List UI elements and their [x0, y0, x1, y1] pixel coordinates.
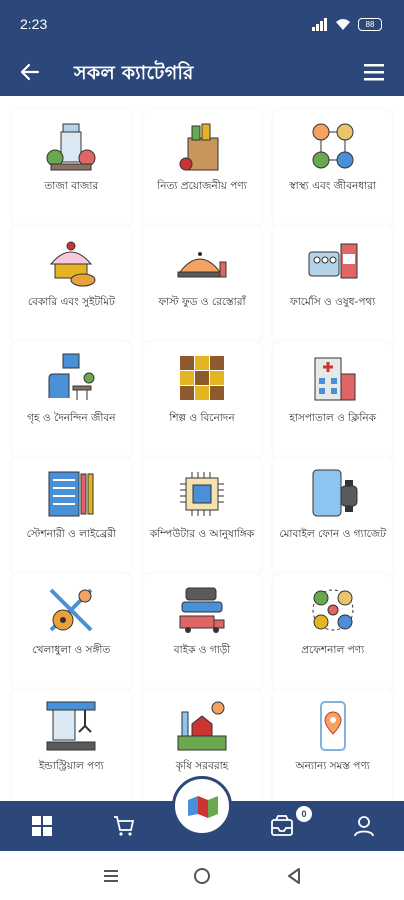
home-circle-icon: [194, 868, 210, 884]
nav-orders-button[interactable]: [270, 814, 294, 838]
category-card[interactable]: মোবাইল ফোন ও গ্যাজেট: [273, 458, 392, 574]
pharmacy-icon: [308, 243, 358, 279]
status-time: 2:23: [20, 16, 48, 32]
category-card[interactable]: অন্যান্য সমস্ত পণ্য: [273, 690, 392, 801]
fresh-market-icon: [46, 123, 96, 171]
cart-badge: 0: [296, 806, 312, 822]
page-title: সকল ক্যাটেগরি: [74, 62, 194, 84]
arrow-left-icon: [20, 63, 40, 81]
category-card[interactable]: প্রফেশনাল পণ্য: [273, 574, 392, 690]
nav-cart-button[interactable]: [112, 814, 136, 838]
home-button[interactable]: [191, 865, 213, 887]
category-card[interactable]: ফাস্ট ফুড ও রেস্তোরাঁ: [142, 226, 262, 342]
category-label: ফাস্ট ফুড ও রেস্তোরাঁ: [158, 296, 246, 308]
stationery-icon: [48, 471, 94, 517]
nav-categories-button[interactable]: [30, 814, 54, 838]
professional-icon: [312, 589, 354, 631]
back-button[interactable]: [16, 58, 44, 86]
category-card[interactable]: খেলাধুলা ও সঙ্গীত: [12, 574, 131, 690]
inbox-icon: [271, 815, 293, 836]
sports-music-icon: [49, 588, 93, 632]
category-card[interactable]: নিত্য প্রয়োজনীয় পণ্য: [142, 110, 262, 226]
signal-icon: [312, 17, 327, 31]
user-icon: [354, 816, 374, 837]
battery-level: 88: [365, 19, 375, 29]
category-label: নিত্য প্রয়োজনীয় পণ্য: [157, 180, 247, 192]
other-products-icon: [319, 701, 346, 751]
fast-food-icon: [177, 252, 227, 278]
vehicles-icon: [179, 587, 225, 633]
status-icons: 88: [312, 17, 382, 31]
category-label: ইন্ডাস্ট্রিয়াল পণ্য: [38, 760, 104, 772]
recent-apps-icon: [104, 870, 118, 882]
industrial-icon: [46, 701, 96, 751]
category-label: তাজা বাজার: [44, 180, 99, 192]
category-label: মোবাইল ফোন ও গ্যাজেট: [279, 528, 386, 540]
hospital-icon: [314, 357, 356, 401]
app-bar: সকল ক্যাটেগরি: [0, 48, 404, 96]
category-card[interactable]: গৃহ ও দৈনন্দিন জীবন: [12, 342, 131, 458]
status-bar: 2:23 88: [0, 0, 404, 48]
triangle-back-icon: [288, 868, 300, 884]
category-card[interactable]: ইন্ডাস্ট্রিয়াল পণ্য: [12, 690, 131, 801]
category-card[interactable]: স্বাস্থ্য এবং জীবনধারা: [273, 110, 392, 226]
recent-apps-button[interactable]: [100, 865, 122, 887]
art-entertainment-icon: [179, 356, 224, 400]
mobile-gadget-icon: [312, 469, 358, 517]
category-label: কৃষি সরবরাহ: [175, 760, 229, 772]
category-label: শিল্প ও বিনোদন: [169, 412, 235, 424]
category-card[interactable]: বেকারি এবং সুইটমিট: [12, 226, 131, 342]
system-navigation: [0, 851, 404, 900]
category-grid: তাজা বাজার নিত্য প্রয়োজনীয় পণ্য স্বাস্…: [0, 96, 404, 801]
category-label: হাসপাতাল ও ক্লিনিক: [289, 412, 376, 424]
brand-logo-icon: [188, 796, 218, 818]
nav-profile-button[interactable]: [352, 814, 376, 838]
agriculture-icon: [177, 701, 227, 751]
category-card[interactable]: তাজা বাজার: [12, 110, 131, 226]
category-label: বেকারি এবং সুইটমিট: [27, 296, 115, 308]
category-card[interactable]: শিল্প ও বিনোদন: [142, 342, 262, 458]
computer-chip-icon: [179, 472, 224, 516]
category-label: গৃহ ও দৈনন্দিন জীবন: [27, 412, 116, 424]
category-card[interactable]: স্টেশনারী ও লাইব্রেরী: [12, 458, 131, 574]
home-living-icon: [48, 353, 95, 400]
back-system-button[interactable]: [283, 865, 305, 887]
menu-button[interactable]: [362, 60, 386, 84]
category-label: ফার্মেসি ও ওষুধ-পথ্য: [290, 296, 376, 308]
category-label: প্রফেশনাল পণ্য: [301, 644, 365, 656]
health-lifestyle-icon: [312, 123, 354, 169]
category-label: বাইক ও গাড়ী: [173, 644, 231, 656]
category-label: অন্যান্য সমস্ত পণ্য: [295, 760, 370, 772]
cart-icon: [114, 816, 135, 836]
wifi-icon: [336, 18, 350, 30]
bakery-icon: [50, 241, 96, 287]
category-card[interactable]: ফার্মেসি ও ওষুধ-পথ্য: [273, 226, 392, 342]
hamburger-menu-icon: [364, 64, 384, 81]
category-label: খেলাধুলা ও সঙ্গীত: [32, 644, 111, 656]
battery-icon: 88: [358, 17, 382, 31]
grid-icon: [32, 816, 52, 836]
category-card[interactable]: হাসপাতাল ও ক্লিনিক: [273, 342, 392, 458]
category-card[interactable]: বাইক ও গাড়ী: [142, 574, 262, 690]
category-label: কম্পিউটার ও আনুষাঙ্গিক: [149, 528, 255, 540]
category-label: স্টেশনারী ও লাইব্রেরী: [26, 528, 116, 540]
home-logo-button[interactable]: [172, 776, 232, 836]
category-card[interactable]: কম্পিউটার ও আনুষাঙ্গিক: [142, 458, 262, 574]
grocery-bag-icon: [179, 123, 219, 171]
category-label: স্বাস্থ্য এবং জীবনধারা: [289, 180, 377, 192]
